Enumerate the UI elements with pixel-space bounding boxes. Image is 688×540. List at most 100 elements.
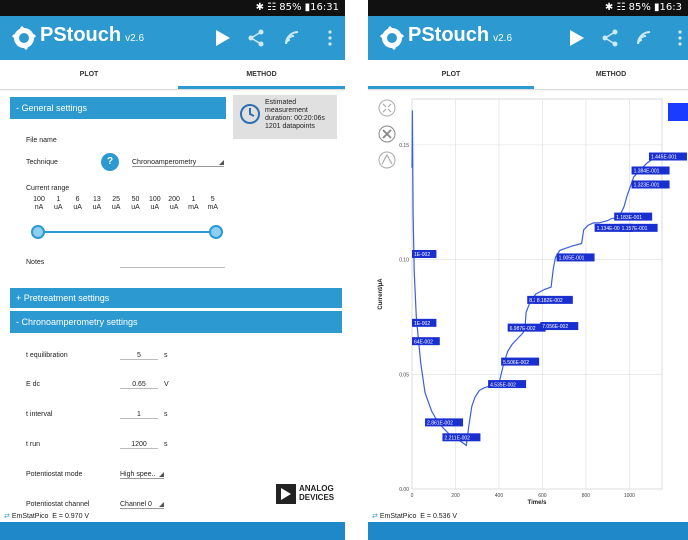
app-version: v2.6 <box>493 33 513 44</box>
current-range-tick: 5 mA <box>206 196 220 212</box>
current-range-tick: 200 uA <box>167 196 181 212</box>
device-potential: E = 0.970 V <box>52 513 90 520</box>
general-settings-header[interactable]: - General settings <box>10 97 226 119</box>
current-range-unit: mA <box>188 204 199 211</box>
tab-method[interactable]: METHOD <box>534 60 688 90</box>
tab-plot[interactable]: PLOT <box>0 60 178 90</box>
app-bar: PStouch v2.6 <box>0 16 345 60</box>
chronoamperometry-settings-header[interactable]: - Chronoamperometry settings <box>10 311 342 333</box>
t-interval-unit: s <box>164 411 168 418</box>
tab-bar: PLOT METHOD <box>0 60 345 90</box>
t-equilibration-input[interactable]: 5 <box>120 352 158 360</box>
current-range-unit: uA <box>111 204 121 211</box>
current-range-tick: 100 nA <box>32 196 46 212</box>
data-label: 64E-002 <box>414 339 433 345</box>
pretreatment-settings-header[interactable]: + Pretreatment settings <box>10 288 342 308</box>
share-icon[interactable] <box>598 26 622 50</box>
current-range-unit: uA <box>131 204 140 211</box>
y-tick-label: 0.15 <box>399 143 409 149</box>
current-series-line <box>411 110 663 447</box>
t-interval-input[interactable]: 1 <box>120 411 158 419</box>
y-tick-label: 0.10 <box>399 258 409 264</box>
data-label: 5.506E-002 <box>503 360 529 366</box>
app-title: PStouch v2.6 <box>40 24 144 47</box>
notes-label: Notes <box>26 259 45 266</box>
plot-area: 0 200 400 600 800 1000 0.00 0.05 0.10 0.15 Time/s C… <box>368 91 688 512</box>
e-dc-input[interactable]: 0.65 <box>120 381 158 389</box>
bottom-bar <box>368 522 688 540</box>
technique-label: Technique <box>26 159 58 166</box>
usb-icon: ⇄ <box>4 513 10 520</box>
t-run-unit: s <box>164 441 168 448</box>
technique-dropdown[interactable]: Chronoamperometry <box>132 159 224 167</box>
y-tick-label: 0.00 <box>399 487 409 493</box>
current-range-tick: 1 uA <box>51 196 65 212</box>
potentiostat-mode-dropdown[interactable]: High spee.. <box>120 471 164 479</box>
x-tick-label: 400 <box>495 493 504 499</box>
current-range-tick: 100 uA <box>148 196 162 212</box>
range-max-handle[interactable] <box>209 225 223 239</box>
data-label: 6.987E-002 <box>510 326 536 332</box>
data-label: 8.182E-002 <box>537 298 563 304</box>
bottom-bar <box>0 522 345 540</box>
current-range-value: 1 <box>56 196 61 203</box>
estimate-line-4: 1201 datapoints <box>265 123 315 130</box>
screenshot-composite: ✱ ☷ 85% ▮16:31 PStouch v2.6 PLOT METHOD … <box>0 0 688 540</box>
x-tick-label: 800 <box>582 493 591 499</box>
file-name-label: File name <box>26 137 57 144</box>
play-icon[interactable] <box>564 26 588 50</box>
y-tick-label: 0.05 <box>399 372 409 378</box>
current-range-tick: 25 uA <box>109 196 123 212</box>
current-range-value: 50 <box>131 196 140 203</box>
overflow-menu-icon[interactable] <box>668 26 688 50</box>
t-run-label: t run <box>26 441 41 448</box>
play-icon[interactable] <box>210 26 234 50</box>
device-name: EmStatPico <box>379 513 417 520</box>
x-tick-label: 600 <box>538 493 547 499</box>
share-icon[interactable] <box>244 26 268 50</box>
data-label: 1.183E-001 <box>616 215 642 221</box>
estimate-line-3: duration: 00:20:06s <box>265 115 325 122</box>
data-label: 7.056E-002 <box>542 324 568 330</box>
overflow-menu-icon[interactable] <box>318 26 342 50</box>
current-range-unit: uA <box>150 204 160 211</box>
current-range-unit: mA <box>207 204 218 211</box>
current-range-tick: 6 uA <box>71 196 85 212</box>
device-status-line: ⇄ EmStatPico E = 0.536 V <box>368 512 688 522</box>
device-name: EmStatPico <box>11 513 49 520</box>
x-axis-label: Time/s <box>528 500 548 506</box>
data-label: 1.384E-001 <box>634 169 660 175</box>
t-equilibration-label: t equilibration <box>26 352 68 359</box>
current-range-value: 100 <box>33 196 45 203</box>
data-label: 1E-002 <box>414 252 430 258</box>
current-range-value: 13 <box>92 196 101 203</box>
current-range-tick: 13 uA <box>90 196 104 212</box>
pstouch-logo-icon <box>12 26 36 50</box>
current-range-label: Current range <box>26 185 70 192</box>
notes-input[interactable] <box>120 267 225 268</box>
bluetooth-signal-icon[interactable] <box>632 26 656 50</box>
app-version: v2.6 <box>125 33 145 44</box>
potentiostat-channel-dropdown[interactable]: Channel 0 <box>120 501 164 509</box>
bluetooth-signal-icon[interactable] <box>280 26 304 50</box>
technique-help-button[interactable]: ? <box>101 153 119 171</box>
analog-devices-logo-icon <box>276 484 296 504</box>
current-range-track <box>38 231 216 233</box>
data-label: 1.005E-001 <box>559 256 585 262</box>
range-min-handle[interactable] <box>31 225 45 239</box>
estimate-line-2: measurement <box>265 107 308 114</box>
app-title-text: PStouch <box>408 24 490 46</box>
clock-icon <box>240 104 260 124</box>
y-axis-label: Current/µA <box>378 278 384 310</box>
status-bar: ✱ ☷ 85% ▮16:3 <box>368 0 688 16</box>
device-potential: E = 0.536 V <box>420 513 458 520</box>
estimate-line-1: Estimated <box>265 99 297 106</box>
t-run-input[interactable]: 1200 <box>120 441 158 449</box>
current-range-unit: nA <box>34 204 44 211</box>
x-tick-label: 1000 <box>624 493 635 499</box>
data-label: 1.323E-001 <box>634 183 660 189</box>
data-label: 1.157E-001 <box>622 226 648 232</box>
app-bar: PStouch v2.6 <box>368 16 688 60</box>
e-dc-unit: V <box>164 381 169 388</box>
current-range-value: 5 <box>210 196 215 203</box>
